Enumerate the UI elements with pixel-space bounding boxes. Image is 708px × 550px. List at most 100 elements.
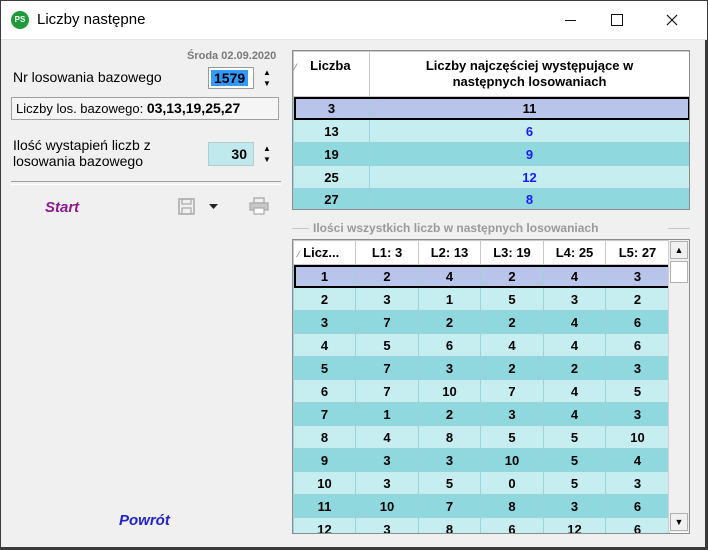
table-row[interactable]: 6 7 10 7 4 5	[293, 379, 670, 403]
table-cell: 6	[605, 517, 670, 533]
up-arrow-icon[interactable]: ▲	[263, 144, 271, 153]
table-row[interactable]: 573223	[293, 356, 670, 380]
count-label-line2: losowania bazowego	[13, 153, 143, 169]
table-cell: 12	[543, 517, 606, 533]
maximize-button[interactable]	[594, 1, 640, 39]
column-header-l1[interactable]: L1: 3	[355, 240, 419, 265]
table-row[interactable]: 12 3 8 6 12 6	[293, 517, 670, 533]
nr-stepper[interactable]: ▲ ▼	[257, 65, 277, 91]
table-cell: 5	[543, 425, 606, 449]
table-row[interactable]: 13 6	[293, 119, 689, 143]
table-cell: 4	[543, 333, 606, 357]
column-header-liczba[interactable]: ⁄ Licz...	[293, 240, 356, 265]
table-cell: 5	[418, 471, 481, 495]
scroll-up-icon[interactable]: ▲	[670, 241, 688, 259]
table-row[interactable]: 231532	[293, 287, 670, 311]
table-row[interactable]: 25 12	[293, 165, 689, 189]
top-frequency-table: ⁄ Liczba Liczby najczęściej występujące …	[292, 50, 690, 210]
nr-value: 1579	[211, 70, 249, 86]
count-stepper[interactable]: ▲ ▼	[257, 141, 277, 167]
table-cell: 6	[605, 333, 670, 357]
table-row[interactable]: 10 3 5 0 5 3	[293, 471, 670, 495]
save-icon[interactable]	[178, 198, 195, 215]
table-cell: 4	[543, 402, 606, 426]
window-title: Liczby następne	[37, 11, 146, 28]
table-cell: 4	[355, 425, 419, 449]
table-row[interactable]: 11 10 7 8 3 6	[293, 494, 670, 518]
table-cell: 3	[605, 356, 670, 380]
groupbox-title: Ilości wszystkich liczb w następnych los…	[311, 221, 601, 235]
base-numbers-value: 03,13,19,25,27	[146, 100, 241, 116]
all-numbers-table: ⁄ Licz... L1: 3 L2: 13 L3: 19 L4: 25 L5:…	[292, 239, 690, 534]
table-cell: 2	[293, 287, 356, 311]
table-cell: 3	[480, 402, 544, 426]
table-cell: 10	[355, 494, 419, 518]
vertical-scrollbar[interactable]: ▲ ▼	[668, 240, 689, 532]
down-arrow-icon[interactable]: ▼	[263, 79, 271, 88]
table-row[interactable]: 372246	[293, 310, 670, 334]
table-cell: 3	[355, 448, 419, 472]
table-cell: 2	[605, 287, 670, 311]
count-input[interactable]: 30	[208, 142, 254, 166]
table-cell: 11	[293, 494, 356, 518]
table-cell: 1	[418, 287, 481, 311]
table-cell: 3	[418, 448, 481, 472]
down-arrow-icon[interactable]: ▼	[263, 155, 271, 164]
nr-label: Nr losowania bazowego	[13, 69, 162, 85]
save-dropdown-icon[interactable]	[209, 204, 218, 210]
title-bar: PS Liczby następne	[1, 1, 707, 40]
up-arrow-icon[interactable]: ▲	[263, 68, 271, 77]
table-row[interactable]: 712343	[293, 402, 670, 426]
table-cell: 2	[543, 356, 606, 380]
table-cell: 10	[418, 379, 481, 403]
print-icon[interactable]	[249, 197, 269, 215]
table-row[interactable]: 456446	[293, 333, 670, 357]
table-cell: 3	[605, 471, 670, 495]
back-button[interactable]: Powrót	[119, 512, 170, 529]
minimize-icon	[564, 19, 576, 21]
table-cell: 8	[418, 517, 481, 533]
table-cell: 5	[605, 379, 670, 403]
table-cell: 4	[480, 333, 544, 357]
column-header-l3[interactable]: L3: 19	[480, 240, 544, 265]
table-cell: 0	[480, 471, 544, 495]
column-header-l4[interactable]: L4: 25	[543, 240, 606, 265]
table-cell: 7	[480, 379, 544, 403]
table-row[interactable]: 27 8	[293, 188, 689, 209]
table-cell: 10	[480, 448, 544, 472]
start-button[interactable]: Start	[45, 199, 79, 216]
table-cell: 4	[543, 379, 606, 403]
column-header-l5[interactable]: L5: 27	[605, 240, 670, 265]
table-cell: 2	[480, 356, 544, 380]
table-cell: 5	[543, 471, 606, 495]
close-button[interactable]	[649, 1, 695, 39]
table-cell: 4	[418, 264, 481, 288]
table-row[interactable]: 19 9	[293, 142, 689, 166]
nr-input[interactable]: 1579	[208, 67, 254, 89]
table-cell: 4	[543, 310, 606, 334]
scroll-thumb[interactable]	[670, 261, 688, 283]
table-row[interactable]: 124243	[293, 264, 670, 288]
close-icon	[666, 14, 678, 26]
column-header-liczba[interactable]: ⁄ Liczba	[293, 51, 370, 97]
table-row[interactable]: 8 4 8 5 5 10	[293, 425, 670, 449]
table-cell: 3	[355, 287, 419, 311]
column-header-frequent[interactable]: Liczby najczęściej występujące w następn…	[369, 51, 689, 97]
table-cell: 6	[605, 310, 670, 334]
table-cell: 8	[293, 425, 356, 449]
table-cell: 7	[355, 379, 419, 403]
table-cell: 3	[418, 356, 481, 380]
table-row[interactable]: 3 11	[293, 96, 689, 120]
table-cell: 2	[355, 264, 419, 288]
table-cell: 5	[543, 448, 606, 472]
table-cell: 1	[355, 402, 419, 426]
table-cell: 4	[293, 333, 356, 357]
minimize-button[interactable]	[547, 1, 593, 39]
table-cell: 12	[293, 517, 356, 533]
scroll-down-icon[interactable]: ▼	[670, 513, 688, 531]
table-row[interactable]: 9 3 3 10 5 4	[293, 448, 670, 472]
liczby-nastepne-window: PS Liczby następne Środa 02.09.2020 Nr l…	[0, 0, 707, 548]
column-header-l2[interactable]: L2: 13	[418, 240, 481, 265]
table-cell: 9	[293, 448, 356, 472]
table-cell: 8	[480, 494, 544, 518]
